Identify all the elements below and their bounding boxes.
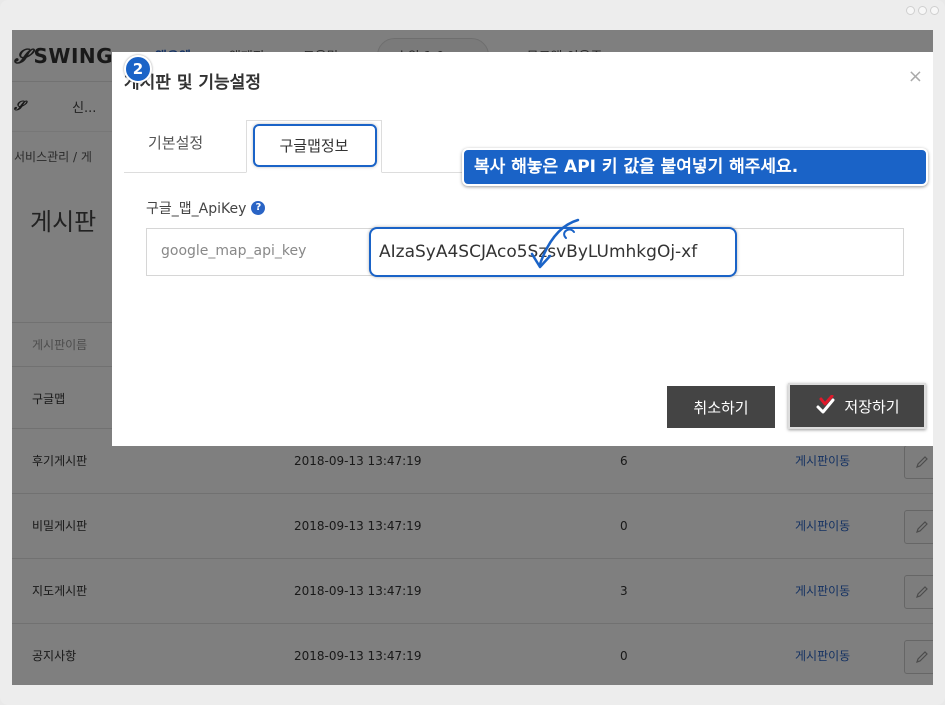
step-badge: 2 bbox=[124, 55, 152, 83]
save-button-label: 저장하기 bbox=[844, 397, 900, 416]
save-button[interactable]: 저장하기 bbox=[788, 383, 926, 429]
window-controls bbox=[906, 6, 939, 15]
window-dot-icon[interactable] bbox=[930, 6, 939, 15]
cancel-button[interactable]: 취소하기 bbox=[667, 386, 775, 428]
close-icon[interactable]: × bbox=[908, 66, 923, 87]
window-dot-icon[interactable] bbox=[906, 6, 915, 15]
api-key-field: google_map_api_key bbox=[146, 227, 904, 277]
tab-google-label: 구글맵정보 bbox=[279, 137, 349, 155]
api-key-label: 구글_맵_ApiKey ? bbox=[146, 198, 266, 218]
api-key-label-text: 구글_맵_ApiKey bbox=[146, 201, 247, 217]
tab-google-map-info[interactable]: 구글맵정보 bbox=[246, 120, 382, 173]
curved-arrow-icon bbox=[530, 218, 580, 269]
window-dot-icon[interactable] bbox=[918, 6, 927, 15]
settings-modal: 게시판 및 기능설정 × 기본설정 구글맵정보 구글_맵_ApiKey ? go… bbox=[112, 52, 933, 446]
help-icon[interactable]: ? bbox=[251, 201, 266, 215]
check-icon bbox=[816, 395, 835, 414]
api-key-addon: google_map_api_key bbox=[161, 243, 307, 259]
tab-basic-settings[interactable]: 기본설정 bbox=[148, 132, 203, 153]
instruction-callout: 복사 해놓은 API 키 값을 붙여넣기 해주세요. bbox=[462, 148, 928, 186]
